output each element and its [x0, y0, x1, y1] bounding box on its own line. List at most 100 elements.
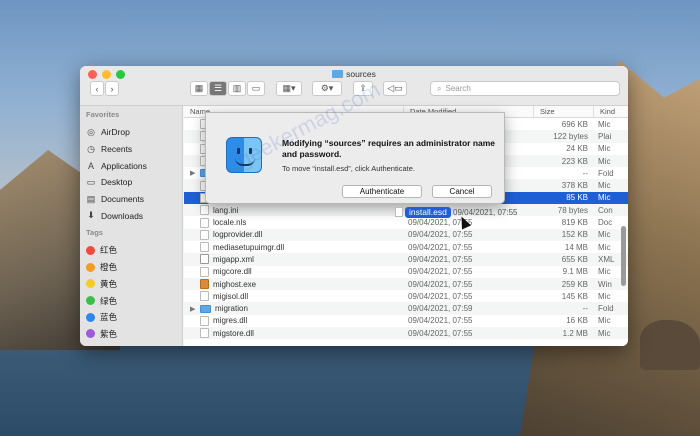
- file-row[interactable]: logprovider.dll 09/04/2021, 07:55 152 KB Mi…: [184, 228, 628, 241]
- list-view-button[interactable]: ☰: [209, 81, 227, 96]
- file-size: 122 bytes: [553, 131, 588, 141]
- sidebar-item-applications[interactable]: A Applications: [86, 157, 182, 174]
- file-row[interactable]: mighost.exe 09/04/2021, 07:55 259 KB Win: [184, 277, 628, 291]
- authenticate-button[interactable]: Authenticate: [342, 185, 422, 198]
- xml-icon: [200, 254, 209, 265]
- file-kind: Mic: [598, 156, 611, 166]
- file-size: 655 KB: [561, 254, 588, 264]
- column-header-size[interactable]: Size: [534, 106, 594, 117]
- tag-dot-icon: [86, 279, 95, 289]
- tag-dot-icon: [86, 312, 95, 322]
- file-name: migration: [215, 304, 248, 314]
- sidebar-item-desktop[interactable]: ▭ Desktop: [86, 174, 182, 191]
- icon-view-button[interactable]: ▦: [190, 81, 208, 96]
- file-row[interactable]: ▶ migration 09/04/2021, 07:59 -- Fold: [184, 302, 628, 315]
- file-size: 696 KB: [561, 119, 588, 129]
- file-name: lang.ini: [213, 205, 239, 215]
- sidebar-tag[interactable]: 绿色: [86, 292, 182, 309]
- sidebar: Favorites ◎ AirDrop ◷ Recents A Applications ▭…: [80, 106, 183, 346]
- sidebar-tag[interactable]: 紫色: [86, 326, 182, 343]
- forward-button[interactable]: ›: [105, 81, 119, 96]
- tag-icon: ◁▭: [387, 83, 403, 93]
- file-row[interactable]: migisol.dll 09/04/2021, 07:55 145 KB Mic: [184, 290, 628, 302]
- file-icon: [200, 217, 209, 228]
- chevron-right-icon: ›: [110, 83, 114, 94]
- file-icon: [200, 229, 209, 240]
- file-size: 16 KB: [566, 316, 588, 326]
- group-button[interactable]: ▦▾: [276, 81, 302, 96]
- sidebar-item-label: Recents: [101, 144, 133, 155]
- column-view-button[interactable]: ▥: [228, 81, 246, 96]
- sidebar-item-recents[interactable]: ◷ Recents: [86, 141, 182, 158]
- sidebar-item-label: AirDrop: [101, 127, 130, 138]
- gallery-icon: ▭: [251, 83, 261, 93]
- sidebar-tag[interactable]: 黄色: [86, 276, 182, 293]
- file-name-cell: mighost.exe: [184, 279, 404, 289]
- file-kind: Mic: [598, 181, 611, 191]
- sidebar-tag-label: 绿色: [100, 295, 118, 306]
- disclosure-triangle-icon[interactable]: ▶: [190, 305, 196, 313]
- file-size: 1.2 MB: [562, 328, 588, 338]
- file-size: 378 KB: [561, 181, 588, 191]
- file-icon: [200, 266, 209, 277]
- file-name: migisol.dll: [213, 291, 249, 301]
- sidebar-tag[interactable]: 蓝色: [86, 309, 182, 326]
- file-name-cell: migisol.dll: [184, 291, 404, 302]
- sidebar-item-documents[interactable]: ▤ Documents: [86, 191, 182, 208]
- window-title: sources: [80, 69, 628, 79]
- tags-button[interactable]: ◁▭: [383, 81, 407, 96]
- file-kind: Mic: [598, 193, 611, 203]
- file-name-cell: logprovider.dll: [184, 229, 404, 240]
- file-date: 09/04/2021, 07:59: [408, 304, 473, 314]
- file-name: migres.dll: [213, 316, 248, 326]
- gallery-view-button[interactable]: ▭: [247, 81, 265, 96]
- disclosure-triangle-icon[interactable]: ▶: [190, 169, 196, 177]
- tag-dot-icon: [86, 296, 95, 306]
- file-name-cell: mediasetupuimgr.dll: [184, 242, 404, 253]
- sidebar-item-downloads[interactable]: ⬇ Downloads: [86, 207, 182, 224]
- file-row[interactable]: migapp.xml 09/04/2021, 07:55 655 KB XML: [184, 253, 628, 266]
- file-row[interactable]: migres.dll 09/04/2021, 07:55 16 KB Mic: [184, 315, 628, 327]
- group-icon: ▦▾: [282, 83, 296, 93]
- sidebar-item-airdrop[interactable]: ◎ AirDrop: [86, 124, 182, 141]
- file-row[interactable]: migstore.dll 09/04/2021, 07:55 1.2 MB Mic: [184, 327, 628, 340]
- sidebar-item-label: Desktop: [101, 177, 133, 188]
- sidebar-tag[interactable]: 红色: [86, 242, 182, 259]
- file-size: --: [582, 304, 588, 314]
- sidebar-item-label: Documents: [101, 194, 144, 205]
- grid-icon: ▦: [194, 83, 204, 93]
- file-row[interactable]: migcore.dll 09/04/2021, 07:55 9.1 MB Mic: [184, 266, 628, 278]
- columns-icon: ▥: [232, 83, 242, 93]
- download-icon: ⬇: [87, 210, 95, 221]
- cancel-button[interactable]: Cancel: [432, 185, 492, 198]
- file-name: mediasetupuimgr.dll: [213, 242, 285, 252]
- exe-icon: [200, 279, 209, 289]
- file-name-cell: migcore.dll: [184, 266, 404, 277]
- file-name-cell: migapp.xml: [184, 254, 404, 265]
- file-date: 09/04/2021, 07:55: [408, 328, 473, 338]
- column-header-kind[interactable]: Kind: [594, 106, 628, 117]
- back-button[interactable]: ‹: [90, 81, 104, 96]
- file-size: 24 KB: [566, 144, 588, 154]
- file-name: migstore.dll: [213, 328, 254, 338]
- file-icon: [200, 291, 209, 302]
- document-icon: [395, 207, 403, 217]
- dialog-title: Modifying “sources” requires an administ…: [282, 138, 496, 159]
- sidebar-tag[interactable]: 灰色: [86, 342, 182, 347]
- file-row[interactable]: mediasetupuimgr.dll 09/04/2021, 07:55 14 M…: [184, 241, 628, 253]
- file-name-cell: migres.dll: [184, 315, 404, 326]
- file-date: 09/04/2021, 07:55: [408, 291, 473, 301]
- file-name-cell: ▶ migration: [184, 304, 404, 313]
- file-date: 09/04/2021, 07:55: [408, 254, 473, 264]
- sidebar-tag[interactable]: 橙色: [86, 259, 182, 276]
- vertical-scrollbar[interactable]: [621, 226, 626, 286]
- sidebar-tag-label: 黄色: [100, 278, 118, 289]
- sidebar-tag-label: 灰色: [100, 345, 117, 347]
- dialog-message: To move “install.esd”, click Authenticat…: [282, 164, 415, 173]
- dragged-file-label[interactable]: install.esd: [405, 207, 451, 218]
- file-name: locale.nls: [213, 218, 247, 228]
- file-date: 09/04/2021, 07:55: [408, 230, 473, 240]
- file-kind: Fold: [598, 304, 614, 314]
- file-row[interactable]: locale.nls 09/04/2021, 07:55 819 KB Doc: [184, 216, 628, 228]
- search-field[interactable]: ⌕ Search: [430, 81, 620, 96]
